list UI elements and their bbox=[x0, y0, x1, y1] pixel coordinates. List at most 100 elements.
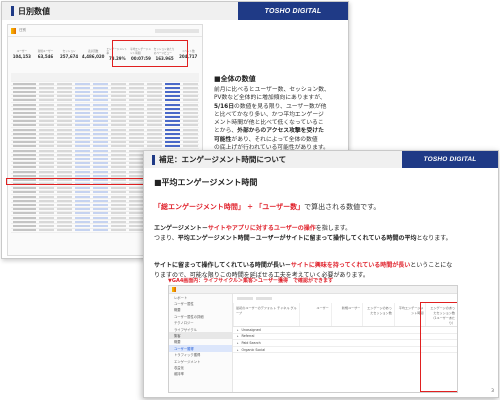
table-cell bbox=[128, 116, 144, 119]
table-cell bbox=[93, 224, 108, 227]
highlight-box-engagement-column bbox=[420, 302, 457, 392]
table-cell bbox=[110, 208, 126, 211]
table-cell bbox=[146, 111, 162, 114]
table-cell bbox=[75, 86, 91, 89]
table-cell bbox=[12, 86, 37, 89]
analysis-line: 前月に比べるとユーザー数、セッション数、 bbox=[214, 87, 330, 93]
column-header[interactable]: ユーザー bbox=[299, 303, 331, 326]
table-cell bbox=[128, 111, 144, 114]
table-cell bbox=[12, 103, 37, 106]
table-cell bbox=[12, 204, 37, 207]
slide-engagement-time: 補足：エンゲージメント時間について TOSHO DIGITAL ■平均エンゲージ… bbox=[143, 150, 499, 398]
slide-header: 日別数値 TOSHO DIGITAL bbox=[2, 2, 348, 20]
explanation-bold: サイトに留まって操作してくれている時間が長い－ bbox=[154, 262, 291, 269]
analysis-text-span: の数値を見る限り、ユーザー数が他 bbox=[234, 103, 327, 110]
table-cell bbox=[110, 216, 126, 219]
table-cell bbox=[164, 132, 180, 135]
expand-arrow-icon[interactable]: ▸ bbox=[237, 328, 239, 332]
table-cell bbox=[75, 111, 91, 114]
column-header[interactable]: エンゲージのあったセッション数 bbox=[362, 303, 394, 326]
metric-card: ユーザー 104,153 bbox=[11, 41, 33, 67]
table-cell bbox=[164, 111, 180, 114]
row-label: Paid Search bbox=[241, 340, 261, 345]
table-cell bbox=[12, 120, 37, 123]
column-header[interactable]: 最初のユーザーのデフォルト チャネル グループ bbox=[233, 303, 299, 326]
table-cell bbox=[75, 220, 91, 223]
table-cell bbox=[57, 191, 73, 194]
table-cell bbox=[110, 166, 126, 169]
table-cell bbox=[93, 86, 108, 89]
table-cell bbox=[39, 116, 55, 119]
column-header[interactable]: 新規ユーザー bbox=[330, 303, 363, 326]
navigation-path-note: ▼GA4画面内：ライフサイクル＞集客＞ユーザー獲得 で確認ができます bbox=[168, 278, 333, 284]
table-cell bbox=[39, 111, 55, 114]
table-cell bbox=[75, 116, 91, 119]
expand-arrow-icon[interactable]: ▸ bbox=[237, 341, 239, 345]
table-cell bbox=[12, 212, 37, 215]
table-cell bbox=[93, 229, 108, 232]
analytics-logo-icon bbox=[172, 287, 176, 292]
table-cell bbox=[128, 82, 144, 85]
table-cell bbox=[110, 220, 126, 223]
table-cell bbox=[128, 103, 144, 106]
table-cell bbox=[57, 82, 73, 85]
table-cell bbox=[182, 120, 198, 123]
table-cell bbox=[93, 107, 108, 110]
table-cell bbox=[164, 141, 180, 144]
table-cell bbox=[75, 166, 91, 169]
sidebar-item[interactable]: 維持率 bbox=[169, 371, 232, 377]
metric-label: 表示回数 bbox=[88, 50, 99, 53]
table-cell bbox=[93, 132, 108, 135]
expand-arrow-icon[interactable]: ▸ bbox=[237, 334, 239, 338]
table-cell bbox=[39, 220, 55, 223]
slide-title: 日別数値 bbox=[2, 2, 238, 20]
table-cell bbox=[93, 162, 108, 165]
metric-card: 新規ユーザー 63,546 bbox=[35, 41, 57, 67]
table-cell bbox=[75, 124, 91, 127]
table-cell bbox=[128, 220, 144, 223]
table-cell bbox=[39, 204, 55, 207]
analysis-line: 可能性があり、それによって全体の数値 bbox=[214, 136, 346, 144]
explanation-highlight: サイトに興味を持ってくれている時間が長い bbox=[290, 262, 411, 269]
table-cell bbox=[39, 103, 55, 106]
analysis-bold: 外部からのアクセス攻撃を受けた bbox=[237, 128, 324, 135]
table-cell bbox=[12, 220, 37, 223]
table-cell bbox=[110, 145, 126, 148]
table-cell bbox=[182, 103, 198, 106]
analysis-text: ■全体の数値 前月に比べるとユーザー数、セッション数、 PV数など全体的に増加傾… bbox=[214, 74, 346, 152]
table-cell bbox=[164, 90, 180, 93]
table-cell bbox=[182, 124, 198, 127]
table-cell bbox=[128, 191, 144, 194]
expand-arrow-icon[interactable]: ▸ bbox=[237, 348, 239, 352]
table-cell bbox=[110, 174, 126, 177]
table-cell bbox=[75, 216, 91, 219]
table-cell bbox=[146, 145, 162, 148]
table-cell bbox=[128, 195, 144, 198]
table-cell bbox=[12, 124, 37, 127]
table-cell bbox=[93, 82, 108, 85]
explanation-span: ということにな bbox=[410, 262, 453, 269]
row-label: Organic Social bbox=[241, 347, 266, 352]
table-cell bbox=[39, 162, 55, 165]
table-cell bbox=[75, 99, 91, 102]
definition-text: エンゲージメント－サイトやアプリに対するユーザーの操作を指します。 つまり、平均… bbox=[154, 224, 494, 243]
table-cell bbox=[110, 137, 126, 140]
table-cell bbox=[146, 124, 162, 127]
table-cell bbox=[110, 141, 126, 144]
brand-logo: TOSHO DIGITAL bbox=[402, 151, 498, 168]
analysis-line: 5/16日の数値を見る限り、ユーザー数が他 bbox=[214, 103, 346, 111]
table-cell bbox=[93, 120, 108, 123]
analysis-heading: ■全体の数値 bbox=[214, 75, 256, 83]
table-cell bbox=[93, 199, 108, 202]
table-cell bbox=[12, 199, 37, 202]
table-cell bbox=[128, 95, 144, 98]
table-cell bbox=[75, 137, 91, 140]
table-cell bbox=[128, 90, 144, 93]
table-cell bbox=[12, 149, 37, 152]
analysis-body: 前月に比べるとユーザー数、セッション数、 PV数など全体的に増加傾向にありますが… bbox=[214, 86, 346, 152]
formula-term: 「総エンゲージメント時間」 bbox=[154, 203, 245, 211]
table-cell bbox=[182, 111, 198, 114]
table-cell bbox=[39, 128, 55, 131]
definition-bold: エンゲージメント－ bbox=[154, 225, 208, 232]
table-cell bbox=[146, 86, 162, 89]
